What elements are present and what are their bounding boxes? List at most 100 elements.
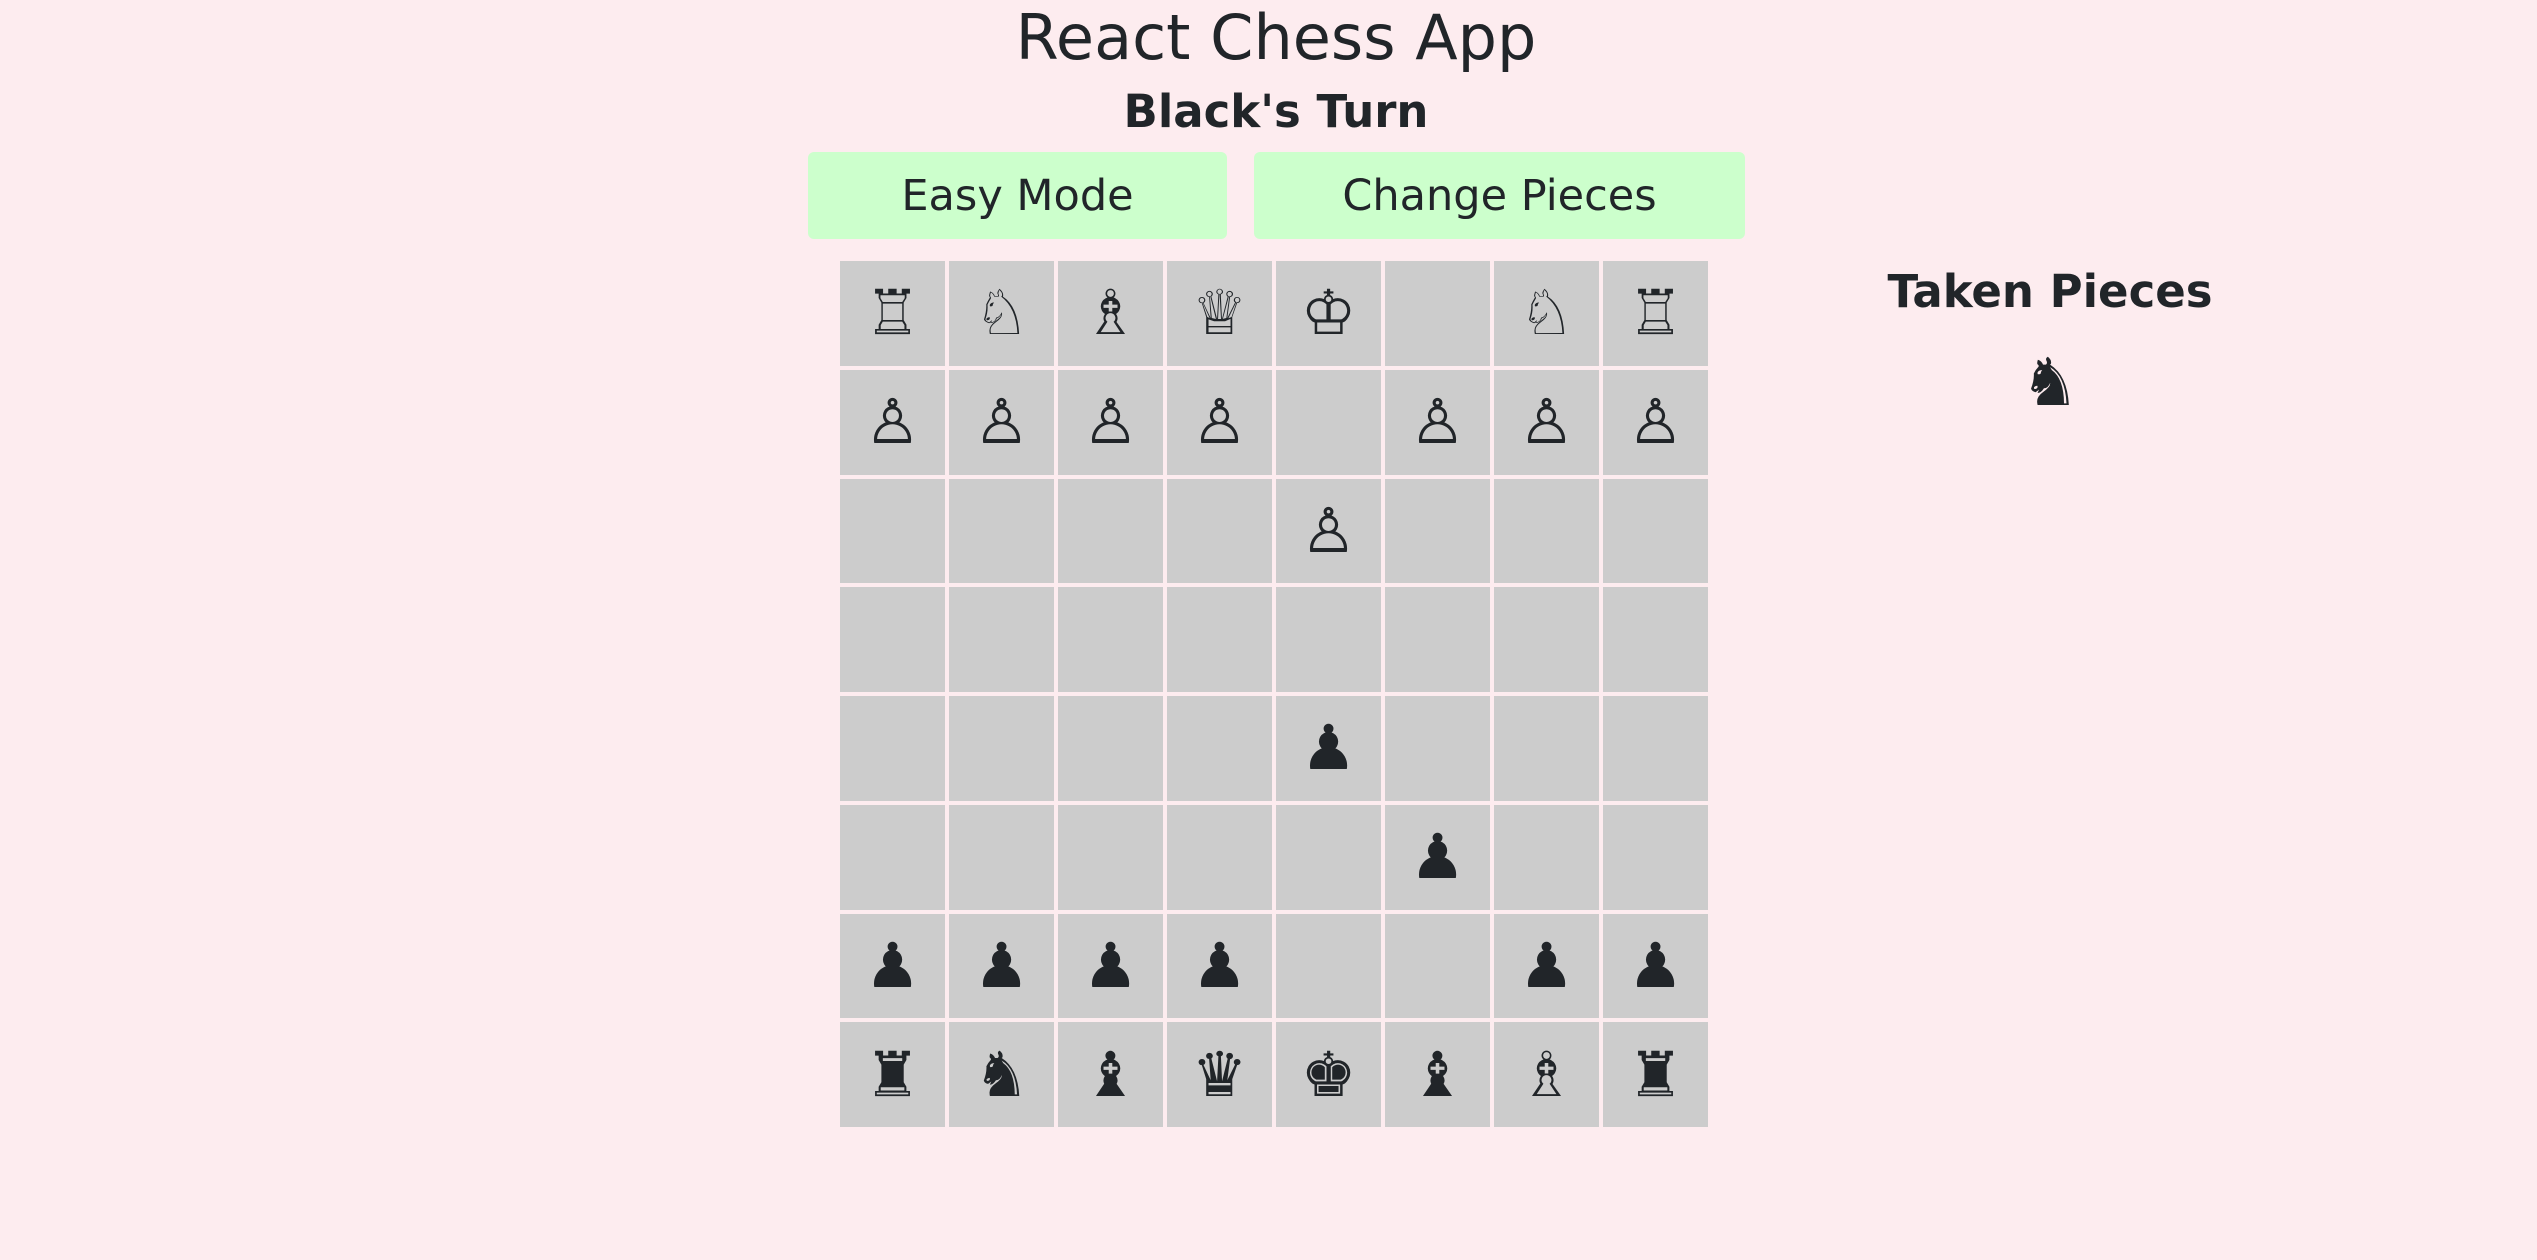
board-square-e6[interactable]: ♙ xyxy=(1276,478,1381,584)
board-square-b5[interactable] xyxy=(949,587,1054,692)
white-pawn-icon[interactable]: ♙ xyxy=(865,391,921,453)
board-square-b4[interactable] xyxy=(949,696,1054,801)
board-square-d6[interactable] xyxy=(1167,478,1272,584)
board-square-g8[interactable]: ♘ xyxy=(1494,261,1599,366)
board-square-d5[interactable] xyxy=(1167,587,1272,692)
white-pawn-icon[interactable]: ♙ xyxy=(1301,499,1357,562)
black-rook-icon[interactable]: ♜ xyxy=(865,1043,921,1106)
board-square-e3[interactable] xyxy=(1276,804,1381,910)
black-pawn-icon[interactable]: ♟ xyxy=(865,934,921,997)
black-bishop-icon[interactable]: ♝ xyxy=(1083,1043,1139,1106)
board-square-e2[interactable] xyxy=(1276,913,1381,1019)
turn-indicator: Black's Turn xyxy=(1123,85,1429,138)
board-square-d8[interactable]: ♕ xyxy=(1167,261,1272,366)
board-square-h1[interactable]: ♜ xyxy=(1603,1022,1708,1127)
board-square-a1[interactable]: ♜ xyxy=(840,1022,945,1127)
board-square-a7[interactable]: ♙ xyxy=(840,369,945,475)
white-bishop-icon[interactable]: ♗ xyxy=(1519,1043,1575,1106)
board-square-f5[interactable] xyxy=(1385,587,1490,692)
board-square-b7[interactable]: ♙ xyxy=(949,369,1054,475)
board-square-h2[interactable]: ♟ xyxy=(1603,913,1708,1019)
white-rook-icon[interactable]: ♖ xyxy=(865,282,921,344)
board-square-g4[interactable] xyxy=(1494,696,1599,801)
board-square-b6[interactable] xyxy=(949,478,1054,584)
board-square-c2[interactable]: ♟ xyxy=(1058,913,1163,1019)
board-square-d2[interactable]: ♟ xyxy=(1167,913,1272,1019)
board-square-f2[interactable] xyxy=(1385,913,1490,1019)
board-square-a8[interactable]: ♖ xyxy=(840,261,945,366)
board-square-c7[interactable]: ♙ xyxy=(1058,369,1163,475)
white-knight-icon[interactable]: ♘ xyxy=(1519,282,1575,344)
board-square-e4[interactable]: ♟ xyxy=(1276,696,1381,801)
white-queen-icon[interactable]: ♕ xyxy=(1192,282,1248,344)
black-pawn-icon[interactable]: ♟ xyxy=(1628,934,1684,997)
white-pawn-icon[interactable]: ♙ xyxy=(1083,391,1139,453)
board-square-h5[interactable] xyxy=(1603,587,1708,692)
board-square-h3[interactable] xyxy=(1603,804,1708,910)
board-square-d4[interactable] xyxy=(1167,696,1272,801)
white-pawn-icon[interactable]: ♙ xyxy=(1192,391,1248,453)
white-pawn-icon[interactable]: ♙ xyxy=(1410,391,1466,453)
black-knight-icon[interactable]: ♞ xyxy=(974,1043,1030,1106)
board-square-b1[interactable]: ♞ xyxy=(949,1022,1054,1127)
board-square-f7[interactable]: ♙ xyxy=(1385,369,1490,475)
board-square-g6[interactable] xyxy=(1494,478,1599,584)
board-square-d3[interactable] xyxy=(1167,804,1272,910)
board-square-c5[interactable] xyxy=(1058,587,1163,692)
board-square-g7[interactable]: ♙ xyxy=(1494,369,1599,475)
board-square-h7[interactable]: ♙ xyxy=(1603,369,1708,475)
easy-mode-button[interactable]: Easy Mode xyxy=(808,152,1227,239)
white-pawn-icon[interactable]: ♙ xyxy=(1628,391,1684,453)
board-square-h6[interactable] xyxy=(1603,478,1708,584)
black-pawn-icon[interactable]: ♟ xyxy=(1410,826,1466,888)
board-square-g5[interactable] xyxy=(1494,587,1599,692)
board-square-e1[interactable]: ♚ xyxy=(1276,1022,1381,1127)
black-pawn-icon[interactable]: ♟ xyxy=(974,934,1030,997)
black-queen-icon[interactable]: ♛ xyxy=(1192,1043,1248,1106)
board-square-a5[interactable] xyxy=(840,587,945,692)
board-square-h8[interactable]: ♖ xyxy=(1603,261,1708,366)
board-square-h4[interactable] xyxy=(1603,696,1708,801)
board-square-c1[interactable]: ♝ xyxy=(1058,1022,1163,1127)
board-square-a2[interactable]: ♟ xyxy=(840,913,945,1019)
board-square-e8[interactable]: ♔ xyxy=(1276,261,1381,366)
black-pawn-icon[interactable]: ♟ xyxy=(1301,717,1357,779)
board-square-g1[interactable]: ♗ xyxy=(1494,1022,1599,1127)
board-square-b3[interactable] xyxy=(949,804,1054,910)
change-pieces-button[interactable]: Change Pieces xyxy=(1254,152,1745,239)
white-pawn-icon[interactable]: ♙ xyxy=(1519,391,1575,453)
black-king-icon[interactable]: ♚ xyxy=(1301,1043,1357,1106)
board-square-c6[interactable] xyxy=(1058,478,1163,584)
board-square-f6[interactable] xyxy=(1385,478,1490,584)
board-square-b8[interactable]: ♘ xyxy=(949,261,1054,366)
board-square-a4[interactable] xyxy=(840,696,945,801)
board-square-f4[interactable] xyxy=(1385,696,1490,801)
white-bishop-icon[interactable]: ♗ xyxy=(1083,282,1139,344)
board-square-a3[interactable] xyxy=(840,804,945,910)
board-square-d1[interactable]: ♛ xyxy=(1167,1022,1272,1127)
white-pawn-icon[interactable]: ♙ xyxy=(974,391,1030,453)
board-square-g2[interactable]: ♟ xyxy=(1494,913,1599,1019)
board-square-b2[interactable]: ♟ xyxy=(949,913,1054,1019)
board-square-e7[interactable] xyxy=(1276,369,1381,475)
board-square-c3[interactable] xyxy=(1058,804,1163,910)
chess-board: ♖ ♘ ♗ ♕ ♔ ♘ ♖ ♙ ♙ ♙ ♙ ♙ ♙ ♙ ♙ ♟ ♟ ♟ ♟ ♟ ♟ ♟ ♟ ♜ ♞ ♝ ♛ ♚ ♝ ♗ ♜ xyxy=(840,261,1708,1127)
board-square-c4[interactable] xyxy=(1058,696,1163,801)
board-square-f1[interactable]: ♝ xyxy=(1385,1022,1490,1127)
black-pawn-icon[interactable]: ♟ xyxy=(1083,934,1139,997)
black-pawn-icon[interactable]: ♟ xyxy=(1519,934,1575,997)
board-square-d7[interactable]: ♙ xyxy=(1167,369,1272,475)
board-square-c8[interactable]: ♗ xyxy=(1058,261,1163,366)
white-knight-icon[interactable]: ♘ xyxy=(974,282,1030,344)
white-rook-icon[interactable]: ♖ xyxy=(1628,282,1684,344)
board-square-a6[interactable] xyxy=(840,478,945,584)
board-square-e5[interactable] xyxy=(1276,587,1381,692)
black-rook-icon[interactable]: ♜ xyxy=(1628,1043,1684,1106)
black-bishop-icon[interactable]: ♝ xyxy=(1410,1043,1466,1106)
app-title: React Chess App xyxy=(1015,1,1537,74)
board-square-f8[interactable] xyxy=(1385,261,1490,366)
white-king-icon[interactable]: ♔ xyxy=(1301,282,1357,344)
black-pawn-icon[interactable]: ♟ xyxy=(1192,934,1248,997)
board-square-f3[interactable]: ♟ xyxy=(1385,804,1490,910)
board-square-g3[interactable] xyxy=(1494,804,1599,910)
